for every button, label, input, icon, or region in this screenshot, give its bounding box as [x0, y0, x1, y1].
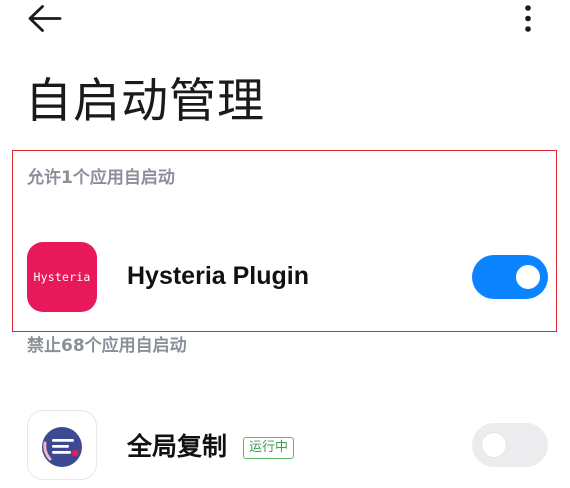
more-options-button[interactable] [508, 2, 548, 36]
autostart-management-screen: 自启动管理 允许1个应用自启动 Hysteria Hysteria Plugin… [0, 0, 570, 488]
quanju-fuzhi-app-icon [27, 410, 97, 480]
app-row-quanju-fuzhi[interactable]: 全局复制 运行中 [0, 406, 570, 486]
app-name: Hysteria Plugin [127, 262, 309, 290]
back-button[interactable] [24, 2, 64, 36]
autostart-toggle-hysteria-plugin[interactable] [472, 255, 548, 299]
top-bar [0, 0, 570, 40]
toggle-knob [482, 433, 506, 457]
page-title: 自启动管理 [25, 74, 265, 129]
arrow-left-icon [28, 5, 62, 32]
autostart-toggle-quanju-fuzhi[interactable] [472, 423, 548, 467]
toggle-knob [516, 265, 540, 289]
hysteria-icon-text: Hysteria [33, 270, 91, 284]
app-name: 全局复制 [127, 433, 228, 461]
copy-app-glyph-icon [42, 427, 82, 467]
app-row-hysteria-plugin[interactable]: Hysteria Hysteria Plugin [0, 238, 570, 318]
more-vertical-icon [525, 5, 531, 32]
running-status-badge: 运行中 [243, 437, 295, 459]
allowed-section-header: 允许1个应用自启动 [27, 168, 175, 188]
hysteria-app-icon: Hysteria [27, 242, 97, 312]
blocked-section-header: 禁止68个应用自启动 [27, 336, 187, 356]
